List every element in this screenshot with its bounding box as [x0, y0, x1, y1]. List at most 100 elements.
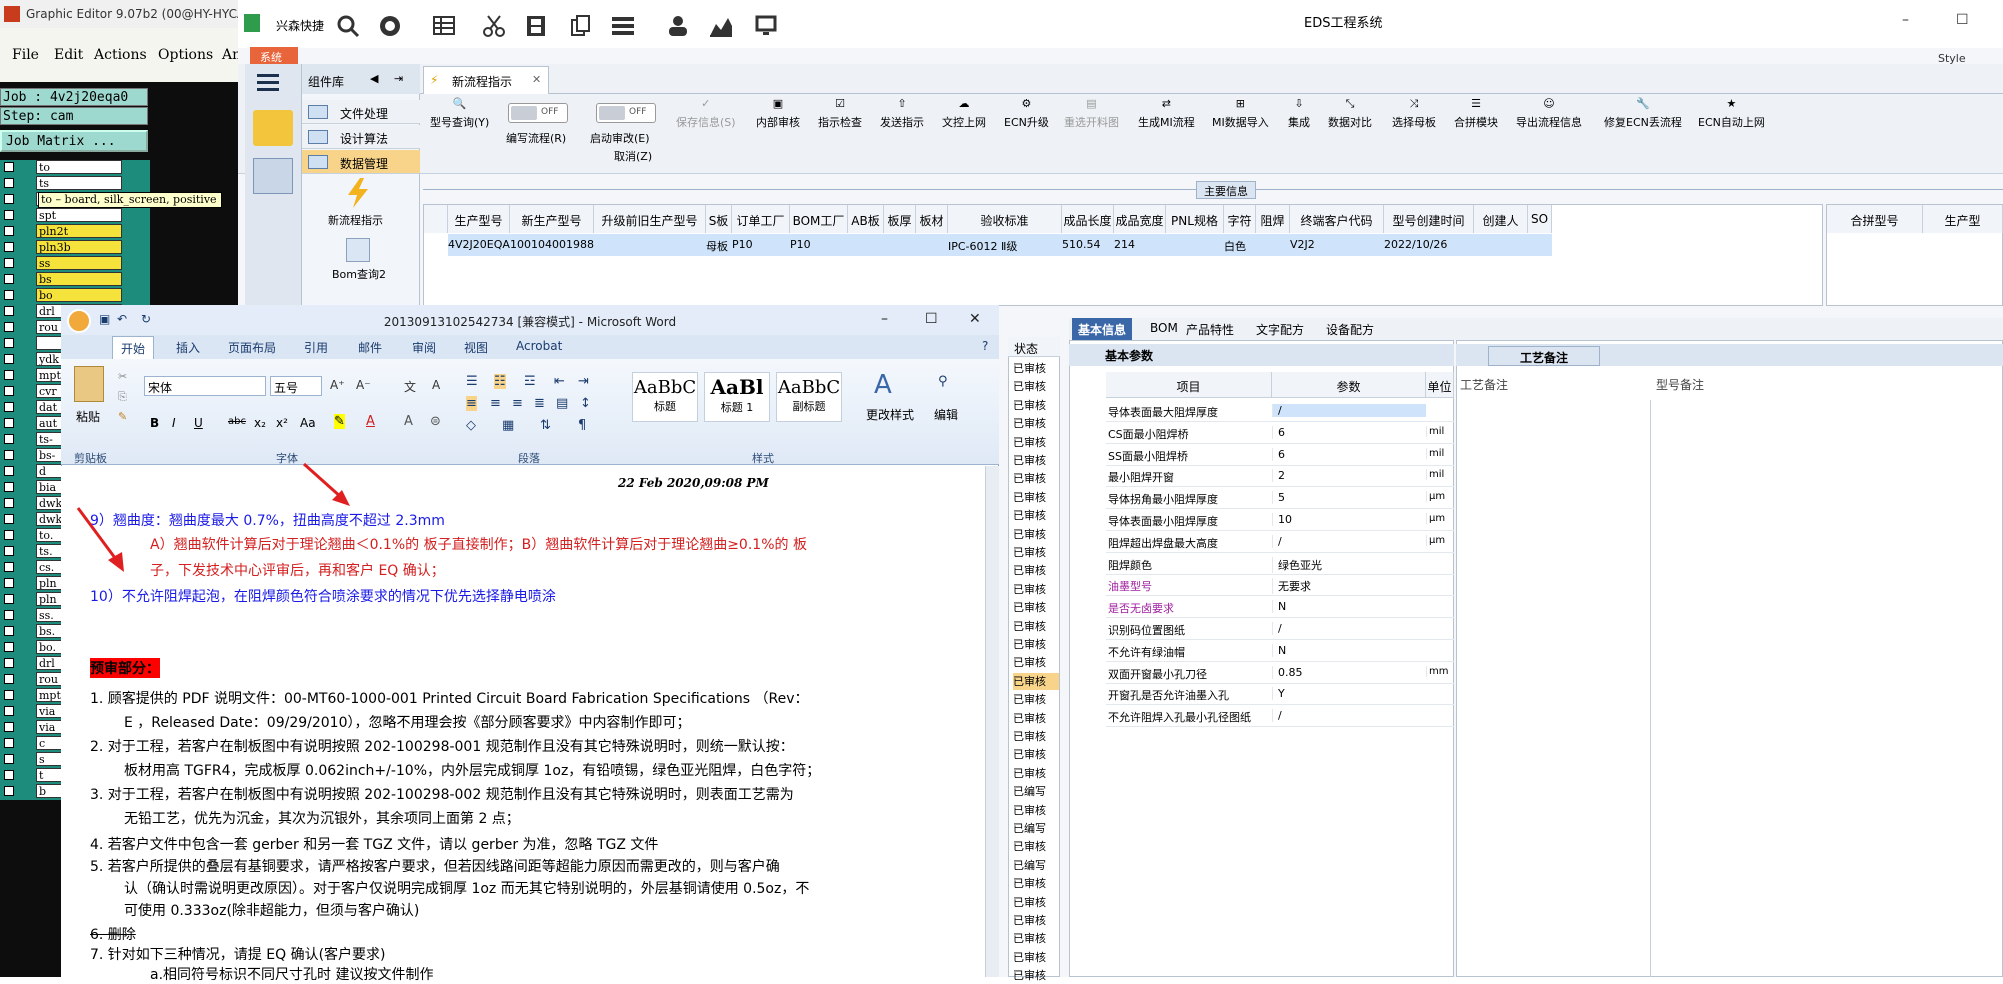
- highlight-icon[interactable]: ✎: [334, 414, 345, 429]
- grid-cell[interactable]: 2022/10/26: [1384, 234, 1474, 256]
- layer-checkbox[interactable]: [4, 562, 14, 572]
- grow-font-icon[interactable]: A⁺: [330, 378, 345, 392]
- layer-checkbox[interactable]: [4, 674, 14, 684]
- col-merge-model[interactable]: 合拼型号: [1827, 205, 1923, 233]
- btn-data-compare[interactable]: ⤡ 数据对比: [1328, 97, 1372, 130]
- param-row[interactable]: 不允许有绿油帽 N: [1106, 640, 1454, 662]
- col-unit[interactable]: 单位: [1426, 372, 1454, 398]
- btn-fix-ecn[interactable]: 🔧 修复ECN丢流程: [1604, 97, 1682, 130]
- layer-row[interactable]: pln2t: [0, 224, 150, 238]
- layer-checkbox[interactable]: [4, 306, 14, 316]
- param-row[interactable]: 导体拐角最小阻焊厚度 5 μm: [1106, 487, 1454, 510]
- distribute-icon[interactable]: ▤: [556, 396, 568, 411]
- word-scrollbar[interactable]: [985, 466, 999, 977]
- nav-design-algorithm[interactable]: 设计算法: [302, 125, 420, 149]
- show-marks-icon[interactable]: ¶: [578, 418, 586, 433]
- layer-checkbox[interactable]: [4, 738, 14, 748]
- search-icon[interactable]: [336, 14, 362, 38]
- layer-checkbox[interactable]: [4, 770, 14, 780]
- menu-edit[interactable]: Edit: [54, 47, 83, 63]
- menu-actions[interactable]: Actions: [94, 47, 147, 63]
- status-item[interactable]: 已审核: [1013, 967, 1059, 984]
- status-item[interactable]: 已审核: [1013, 654, 1059, 671]
- shrink-font-icon[interactable]: A⁻: [356, 378, 371, 392]
- status-item[interactable]: 已审核: [1013, 378, 1059, 395]
- col-item[interactable]: 项目: [1106, 372, 1272, 398]
- monitor-icon[interactable]: [754, 14, 780, 38]
- status-item[interactable]: 已审核: [1013, 507, 1059, 524]
- layer-checkbox[interactable]: [4, 258, 14, 268]
- grid-header[interactable]: 验收标准: [948, 205, 1062, 233]
- status-item[interactable]: 已审核: [1013, 838, 1059, 855]
- char-shading-icon[interactable]: A: [404, 414, 413, 429]
- grid-header[interactable]: 板厚: [884, 205, 916, 233]
- layer-checkbox[interactable]: [4, 594, 14, 604]
- maximize-button[interactable]: ☐: [1956, 12, 1969, 28]
- bullets-icon[interactable]: ☰: [466, 374, 478, 389]
- status-item[interactable]: 已审核: [1013, 746, 1059, 763]
- layer-checkbox[interactable]: [4, 386, 14, 396]
- user-icon[interactable]: [666, 14, 692, 38]
- status-item[interactable]: 已审核: [1013, 360, 1059, 377]
- status-item[interactable]: 已审核: [1013, 581, 1059, 598]
- layer-checkbox[interactable]: [4, 226, 14, 236]
- grid-cell[interactable]: [1256, 234, 1290, 256]
- word-tab-mailings[interactable]: 邮件: [358, 339, 382, 356]
- grid-cell[interactable]: [594, 234, 706, 256]
- status-item[interactable]: 已审核: [1013, 415, 1059, 432]
- param-row[interactable]: 油墨型号 无要求: [1106, 574, 1454, 597]
- grid-cell[interactable]: [1166, 234, 1224, 256]
- grid-header[interactable]: 新生产型号: [510, 205, 594, 233]
- grid-cell[interactable]: 4V2J20EQA0: [448, 234, 510, 256]
- toggle-write-flow[interactable]: OFF: [508, 103, 568, 123]
- cancel-label[interactable]: 取消(Z): [614, 148, 652, 164]
- menu-options[interactable]: Options: [158, 47, 213, 63]
- grid-cell[interactable]: 10010400198849: [510, 234, 594, 256]
- btn-select-motherboard[interactable]: ⤨ 选择母板: [1392, 97, 1436, 130]
- subscript-button[interactable]: x₂: [254, 416, 266, 430]
- layer-checkbox[interactable]: [4, 578, 14, 588]
- status-item[interactable]: 已编写: [1013, 820, 1059, 837]
- tab-bom[interactable]: BOM: [1144, 318, 1184, 340]
- layer-checkbox[interactable]: [4, 178, 14, 188]
- param-row[interactable]: 开窗孔是否允许油墨入孔 Y: [1106, 683, 1454, 706]
- cut-icon[interactable]: ✂: [118, 370, 127, 383]
- status-item[interactable]: 已审核: [1013, 710, 1059, 727]
- layer-checkbox[interactable]: [4, 690, 14, 700]
- grid-header[interactable]: 升级前旧生产型号: [594, 205, 706, 233]
- col-param[interactable]: 参数: [1272, 372, 1426, 398]
- list-icon[interactable]: [610, 14, 636, 38]
- word-close-button[interactable]: ✕: [969, 311, 981, 327]
- layer-checkbox[interactable]: [4, 434, 14, 444]
- increase-indent-icon[interactable]: ⇥: [578, 374, 589, 389]
- status-item[interactable]: 已审核: [1013, 672, 1059, 690]
- multilevel-icon[interactable]: ☲: [524, 374, 536, 389]
- borders-icon[interactable]: ▦: [502, 418, 514, 433]
- param-row[interactable]: 阻焊超出焊盘最大高度 / μm: [1106, 531, 1454, 553]
- undo-icon[interactable]: ↶: [117, 312, 127, 326]
- status-item[interactable]: 已审核: [1013, 470, 1059, 487]
- grid-header[interactable]: 订单工厂: [732, 205, 790, 233]
- grid-cell[interactable]: IPC-6012 Ⅱ级: [948, 234, 1062, 256]
- layer-checkbox[interactable]: [4, 498, 14, 508]
- enclose-char-icon[interactable]: ⊜: [430, 414, 441, 429]
- minimize-button[interactable]: –: [1902, 12, 1909, 28]
- layer-row[interactable]: pln3b: [0, 240, 150, 254]
- status-item[interactable]: 已审核: [1013, 599, 1059, 616]
- grid-header[interactable]: 成品宽度: [1114, 205, 1166, 233]
- tab-new-flow[interactable]: ⚡ 新流程指示 ✕: [423, 66, 549, 94]
- layer-row[interactable]: ss: [0, 256, 150, 270]
- layer-checkbox[interactable]: [4, 722, 14, 732]
- grid-header[interactable]: 阻焊: [1256, 205, 1290, 233]
- btn-ecn-auto[interactable]: ★ ECN自动上网: [1698, 97, 1765, 130]
- align-right-icon[interactable]: ≡: [512, 396, 523, 411]
- btn-ecn-upgrade[interactable]: ⚙ ECN升级: [1004, 97, 1049, 130]
- status-item[interactable]: 已编写: [1013, 857, 1059, 874]
- change-styles-icon[interactable]: A: [874, 370, 892, 400]
- param-row[interactable]: 导体表面最大阻焊厚度 /: [1106, 400, 1454, 422]
- status-item[interactable]: 已审核: [1013, 434, 1059, 451]
- param-row[interactable]: SS面最小阻焊桥 6 mil: [1106, 444, 1454, 466]
- layer-checkbox[interactable]: [4, 530, 14, 540]
- italic-button[interactable]: I: [172, 416, 176, 430]
- menu-file[interactable]: File: [12, 47, 39, 63]
